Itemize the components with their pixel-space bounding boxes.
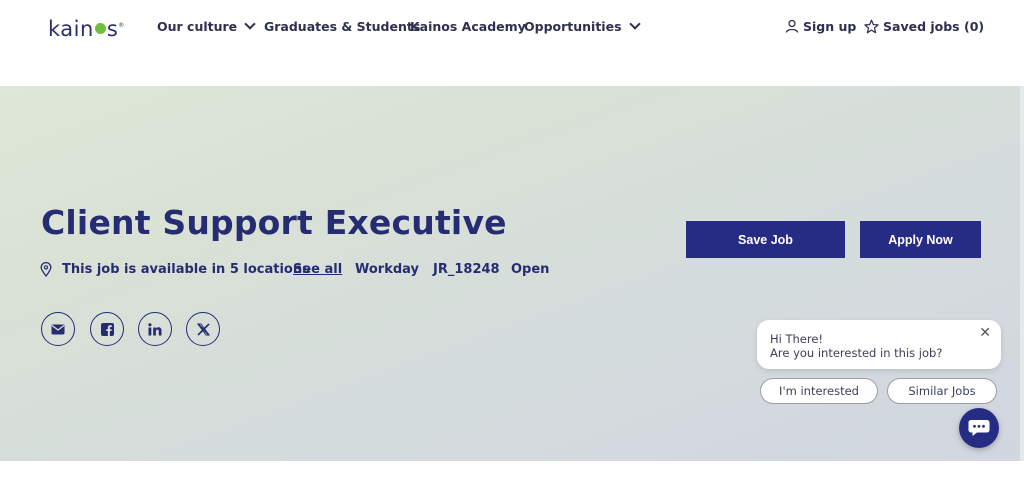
x-icon [196,322,210,336]
facebook-icon [100,322,114,336]
scrollbar-track[interactable] [1020,86,1024,461]
job-source: Workday [355,262,420,277]
nav-graduates-label: Graduates & Students [264,19,421,34]
chat-question: Are you interested in this job? [770,346,943,360]
share-x-button[interactable] [186,312,220,346]
sign-up-link[interactable]: Sign up [785,19,856,34]
site-header: kain s® Our culture Graduates & Students … [0,0,1024,86]
apply-now-button[interactable]: Apply Now [860,221,981,258]
saved-jobs-link[interactable]: Saved jobs (0) [864,19,984,34]
linkedin-icon [148,322,162,335]
see-all-link[interactable]: See all [293,262,342,277]
kainos-logo[interactable]: kain s® [48,17,125,41]
user-icon [785,19,799,33]
save-job-button[interactable]: Save Job [686,221,845,258]
close-icon[interactable]: ✕ [979,326,991,340]
job-id: JR_18248 [433,262,500,277]
chevron-down-icon [244,18,256,30]
nav-academy-label: Kainos Academy [410,19,526,34]
chat-launcher-button[interactable] [959,408,999,448]
nav-our-culture[interactable]: Our culture [157,18,256,34]
job-title: Client Support Executive [41,203,507,242]
nav-opportunities[interactable]: Opportunities [524,18,641,34]
im-interested-button[interactable]: I'm interested [760,378,878,404]
nav-our-culture-label: Our culture [157,19,238,34]
star-icon [864,19,879,34]
chat-bubble-icon [968,420,990,436]
similar-jobs-button[interactable]: Similar Jobs [887,378,997,404]
chat-prompt-bubble: Hi There! Are you interested in this job… [757,320,1001,369]
sign-up-label: Sign up [803,19,857,34]
share-linkedin-button[interactable] [138,312,172,346]
chevron-down-icon [628,18,641,30]
nav-kainos-academy[interactable]: Kainos Academy [410,19,526,34]
nav-graduates-students[interactable]: Graduates & Students [264,19,420,34]
page: kain s® Our culture Graduates & Students … [0,0,1024,483]
saved-jobs-label: Saved jobs (0) [883,19,985,34]
location-pin-icon [40,262,52,277]
nav-opportunities-label: Opportunities [524,19,622,34]
chat-greeting: Hi There! [770,332,824,346]
job-status: Open [511,262,550,277]
share-facebook-button[interactable] [90,312,124,346]
email-icon [51,324,65,334]
locations-text: This job is available in 5 locations [62,262,310,277]
share-email-button[interactable] [41,312,75,346]
